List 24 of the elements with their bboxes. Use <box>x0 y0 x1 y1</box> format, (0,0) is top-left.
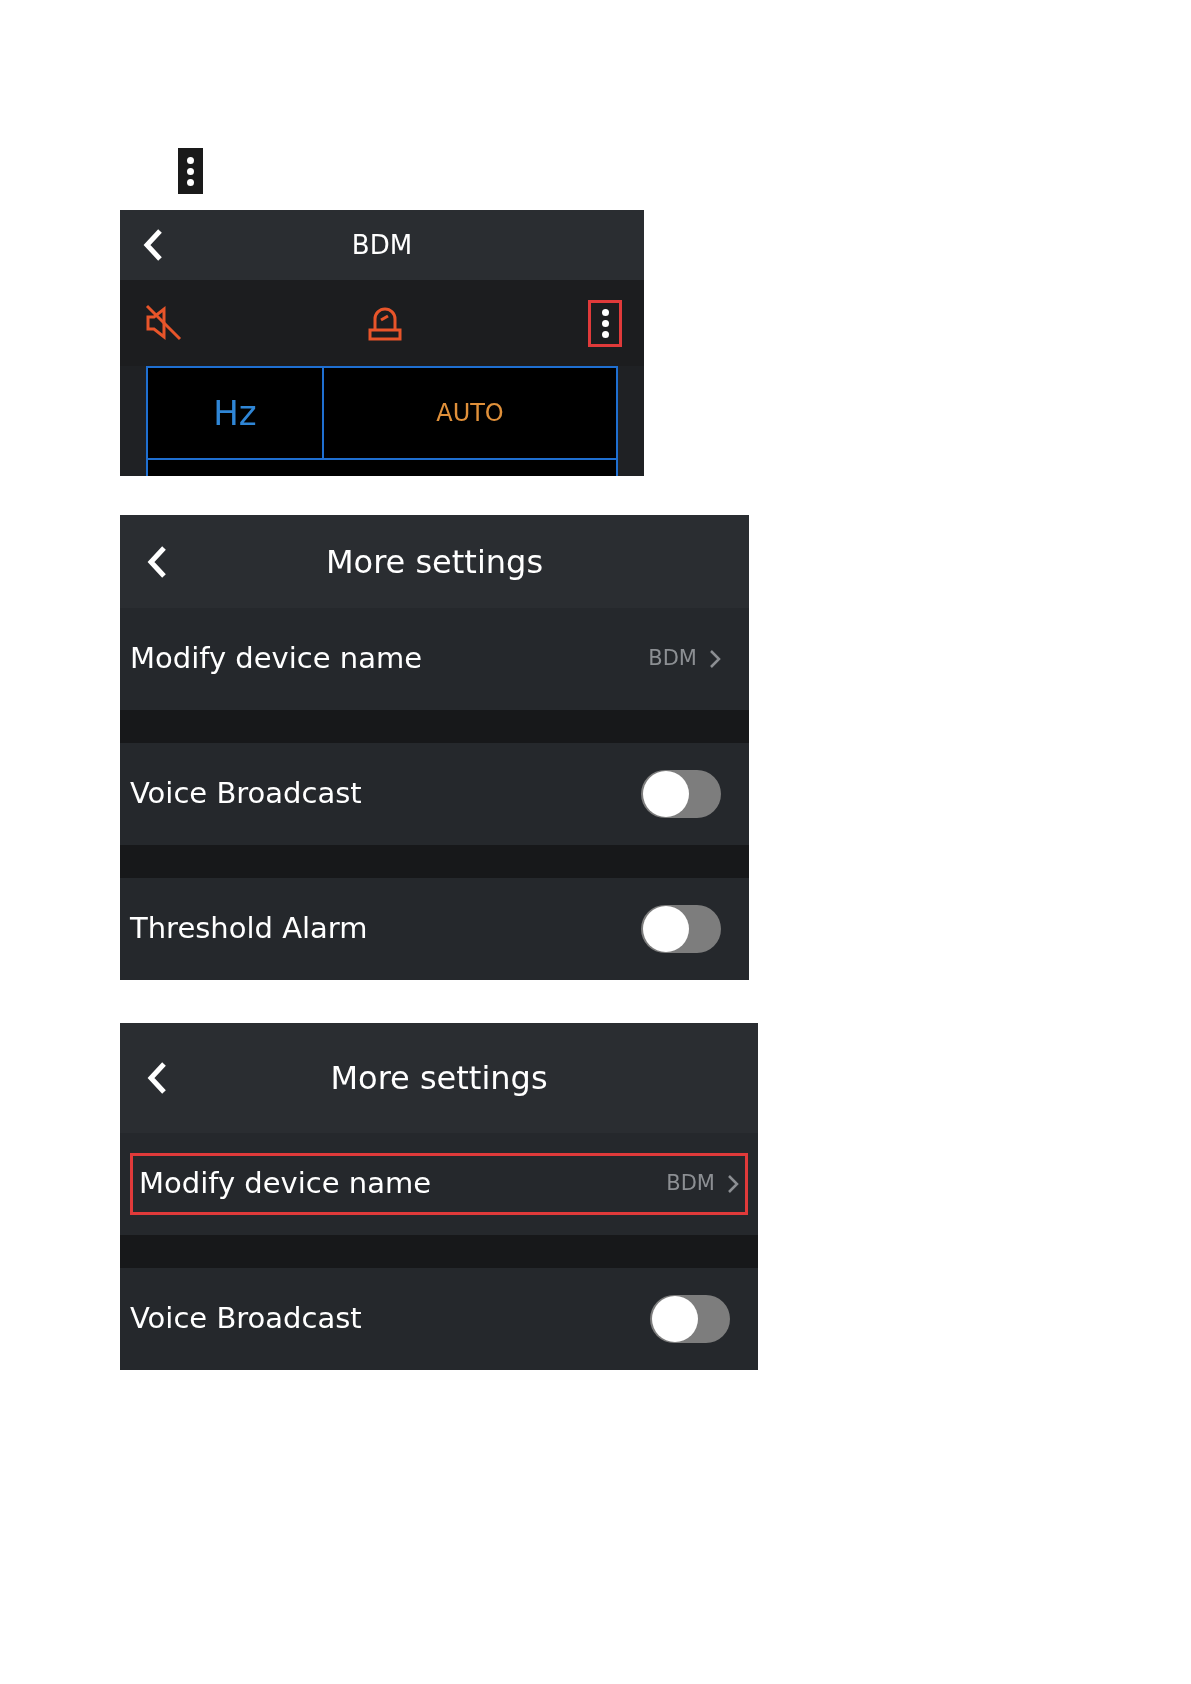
setting-label: Modify device name <box>130 640 423 678</box>
setting-row[interactable]: Modify device name BDM <box>130 1153 748 1215</box>
chevron-right-icon <box>727 1174 739 1194</box>
setting-value: BDM <box>666 1170 715 1198</box>
chevron-right-icon <box>709 649 721 669</box>
setting-label: Threshold Alarm <box>130 910 368 948</box>
more-icon <box>178 148 203 194</box>
back-icon[interactable] <box>146 544 168 579</box>
cell-text: Hz <box>213 391 257 435</box>
toggle-switch[interactable] <box>641 770 721 818</box>
back-icon[interactable] <box>146 1061 168 1095</box>
screen-title: More settings <box>330 1058 548 1099</box>
setting-label: Voice Broadcast <box>130 775 362 813</box>
screen-title: More settings <box>325 541 544 583</box>
more-button[interactable] <box>588 299 622 347</box>
setting-label: Modify device name <box>139 1165 432 1203</box>
setting-label: Voice Broadcast <box>130 1300 362 1338</box>
cell-text: AUTO <box>436 398 504 429</box>
toggle-switch[interactable] <box>641 905 721 953</box>
setting-value: BDM <box>648 645 697 673</box>
back-icon[interactable] <box>142 228 164 262</box>
mute-icon[interactable] <box>144 303 182 343</box>
screen-title: BDM <box>351 228 413 262</box>
toggle-switch[interactable] <box>650 1295 730 1343</box>
